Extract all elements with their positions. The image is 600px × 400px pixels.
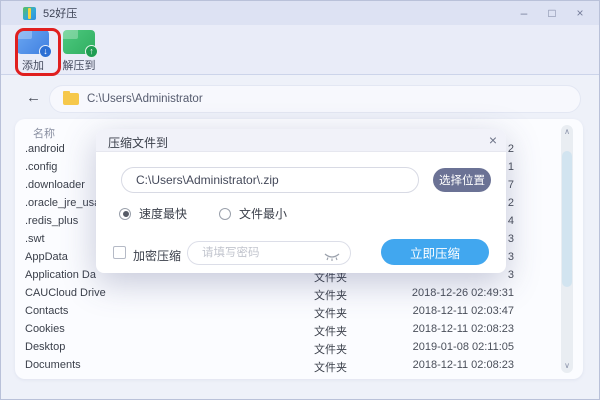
window-title: 52好压 (43, 5, 77, 21)
file-time: 2019-01-08 02:11:05 (413, 341, 514, 353)
close-button[interactable]: × (573, 6, 587, 20)
password-field-wrap (187, 241, 351, 265)
file-row[interactable]: CAUCloud Drive 文件夹 2018-12-26 02:49:31 (15, 285, 583, 303)
encrypt-checkbox[interactable] (113, 246, 126, 259)
dialog-close-icon[interactable]: × (489, 132, 497, 148)
back-arrow-icon[interactable]: ← (26, 89, 41, 106)
radio-fastest-speed[interactable] (119, 208, 131, 220)
minimize-button[interactable]: – (517, 6, 531, 20)
file-name: .redis_plus (25, 215, 78, 227)
radio-fastest-speed-label[interactable]: 速度最快 (139, 205, 187, 222)
file-time: 3 (508, 251, 514, 263)
choose-location-button[interactable]: 选择位置 (433, 168, 491, 192)
file-name: .swt (25, 233, 45, 245)
file-row[interactable]: Contacts 文件夹 2018-12-11 02:03:47 (15, 303, 583, 321)
compress-dialog: 压缩文件到 × 选择位置 速度最快 文件最小 加密压缩 立即压 (96, 129, 506, 273)
file-time: 3 (508, 233, 514, 245)
eye-closed-icon[interactable] (324, 249, 340, 267)
radio-smallest-file-label[interactable]: 文件最小 (239, 205, 287, 222)
file-row[interactable]: Cookies 文件夹 2018-12-11 02:08:23 (15, 321, 583, 339)
file-name: Cookies (25, 323, 65, 335)
scrollbar-thumb[interactable] (562, 151, 572, 287)
extract-button-label: 解压到 (57, 57, 101, 73)
add-button[interactable]: ↓ 添加 (11, 30, 55, 73)
app-logo-icon (23, 7, 36, 20)
dialog-title: 压缩文件到 (108, 134, 168, 151)
address-path: C:\Users\Administrator (87, 93, 203, 105)
compression-mode-options: 速度最快 文件最小 (119, 205, 311, 222)
file-name: Application Da (25, 269, 96, 281)
file-name: Contacts (25, 305, 68, 317)
archive-path-input[interactable] (121, 167, 419, 193)
file-name: AppData (25, 251, 68, 263)
up-arrow-icon: ↑ (85, 45, 98, 58)
maximize-button[interactable]: □ (545, 6, 559, 20)
extract-button[interactable]: ↑ 解压到 (57, 30, 101, 73)
file-name: Documents (25, 359, 81, 371)
file-type: 文件夹 (314, 359, 347, 375)
dialog-bottom-row: 加密压缩 立即压缩 (96, 239, 506, 267)
file-time: 2018-12-11 02:08:23 (413, 323, 514, 335)
file-name: .downloader (25, 179, 85, 191)
add-archive-icon: ↓ (17, 30, 49, 54)
radio-smallest-file[interactable] (219, 208, 231, 220)
titlebar: 52好压 – □ × (1, 1, 599, 25)
file-time: 7 (508, 179, 514, 191)
file-name: .android (25, 143, 65, 155)
file-time: 2 (508, 197, 514, 209)
file-name: CAUCloud Drive (25, 287, 106, 299)
file-time: 2 (508, 143, 514, 155)
file-time: 4 (508, 215, 514, 227)
file-name: .oracle_jre_usa (25, 197, 100, 209)
file-time: 3 (508, 269, 514, 281)
add-button-label: 添加 (11, 57, 55, 73)
down-arrow-icon: ↓ (39, 45, 52, 58)
encrypt-label[interactable]: 加密压缩 (133, 247, 181, 264)
file-row[interactable]: Desktop 文件夹 2019-01-08 02:11:05 (15, 339, 583, 357)
file-time: 2018-12-11 02:08:23 (413, 359, 514, 371)
window-controls: – □ × (517, 6, 587, 20)
compress-now-button[interactable]: 立即压缩 (381, 239, 489, 265)
file-name: Desktop (25, 341, 65, 353)
address-bar[interactable]: C:\Users\Administrator (49, 85, 581, 113)
file-time: 2018-12-11 02:03:47 (413, 305, 514, 317)
folder-icon (63, 93, 79, 105)
file-type: 文件夹 (314, 323, 347, 339)
file-time: 2018-12-26 02:49:31 (412, 287, 514, 299)
file-time: 1 (508, 161, 514, 173)
app-window: 52好压 – □ × ↓ 添加 ↑ 解压到 ← C:\Users\Adminis… (0, 0, 600, 400)
file-row[interactable]: Documents 文件夹 2018-12-11 02:08:23 (15, 357, 583, 375)
password-input[interactable] (200, 242, 318, 264)
scroll-down-icon[interactable]: ∨ (561, 359, 573, 373)
toolbar: ↓ 添加 ↑ 解压到 (1, 25, 599, 75)
column-header-name[interactable]: 名称 (33, 125, 55, 141)
file-type: 文件夹 (314, 287, 347, 303)
file-type: 文件夹 (314, 305, 347, 321)
scroll-up-icon[interactable]: ∧ (561, 125, 573, 139)
extract-archive-icon: ↑ (63, 30, 95, 54)
file-type: 文件夹 (314, 341, 347, 357)
file-name: .config (25, 161, 57, 173)
dialog-header: 压缩文件到 × (96, 129, 506, 152)
scrollbar[interactable]: ∧ ∨ (561, 125, 573, 373)
